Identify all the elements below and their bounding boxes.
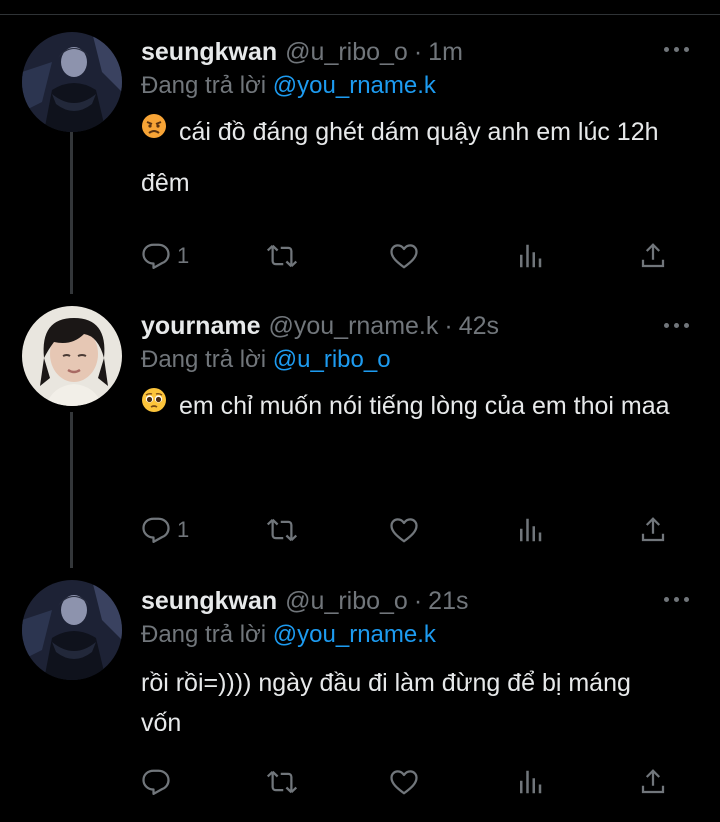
- views-icon: [520, 518, 542, 542]
- reply-icon: [142, 243, 170, 269]
- share-icon: [641, 769, 665, 794]
- display-name[interactable]: seungkwan: [141, 38, 277, 67]
- reply-icon: [142, 517, 170, 543]
- tweet-body: cái đồ đáng ghét dám quậy anh em lúc 12h…: [141, 118, 659, 198]
- reply-button[interactable]: 1: [141, 238, 189, 274]
- reply-context: Đang trả lời @you_rname.k: [141, 621, 701, 653]
- retweet-button[interactable]: [267, 512, 297, 548]
- reply-context: Đang trả lời @u_ribo_o: [141, 346, 701, 378]
- reply-button[interactable]: 1: [141, 512, 189, 548]
- retweet-icon: [267, 244, 297, 268]
- retweet-button[interactable]: [267, 238, 297, 274]
- views-button[interactable]: [515, 764, 545, 800]
- share-button[interactable]: [638, 238, 668, 274]
- timestamp[interactable]: 42s: [459, 312, 499, 341]
- reply-button[interactable]: [141, 764, 177, 800]
- like-icon: [390, 518, 418, 543]
- tweet-body: em chỉ muốn nói tiếng lòng của em thoi m…: [179, 392, 670, 420]
- mention-link[interactable]: @you_rname.k: [273, 621, 436, 648]
- share-button[interactable]: [638, 764, 668, 800]
- tweet-text: rồi rồi=)))) ngày đầu đi làm đừng để bị …: [141, 663, 661, 743]
- avatar[interactable]: [22, 580, 122, 680]
- retweet-icon: [267, 770, 297, 794]
- tweet-body: rồi rồi=)))) ngày đầu đi làm đừng để bị …: [141, 669, 631, 737]
- share-icon: [641, 243, 665, 268]
- separator-dot: ·: [413, 38, 423, 66]
- more-icon[interactable]: [664, 44, 690, 54]
- more-icon[interactable]: [664, 594, 690, 604]
- avatar[interactable]: [22, 306, 122, 406]
- views-icon: [520, 244, 542, 268]
- thread-line: [70, 132, 73, 294]
- user-handle[interactable]: @u_ribo_o: [285, 38, 408, 67]
- avatar[interactable]: [22, 32, 122, 132]
- views-icon: [520, 770, 542, 794]
- like-button[interactable]: [389, 764, 419, 800]
- timestamp[interactable]: 1m: [428, 38, 463, 67]
- like-icon: [390, 244, 418, 269]
- angry-face-icon: [141, 106, 167, 156]
- more-icon[interactable]: [664, 320, 690, 330]
- views-button[interactable]: [515, 512, 545, 548]
- reply-prefix: Đang trả lời: [141, 72, 267, 99]
- retweet-button[interactable]: [267, 764, 297, 800]
- retweet-icon: [267, 518, 297, 542]
- share-icon: [641, 517, 665, 542]
- tweet-text: cái đồ đáng ghét dám quậy anh em lúc 12h…: [141, 107, 701, 208]
- top-divider: [0, 14, 720, 15]
- like-icon: [390, 770, 418, 795]
- separator-dot: ·: [444, 312, 453, 340]
- mention-link[interactable]: @u_ribo_o: [273, 346, 391, 373]
- tweet-text: em chỉ muốn nói tiếng lòng của em thoi m…: [141, 381, 701, 432]
- reply-prefix: Đang trả lời: [141, 621, 267, 648]
- mention-link[interactable]: @you_rname.k: [273, 72, 436, 99]
- like-button[interactable]: [389, 238, 419, 274]
- reply-icon: [142, 769, 170, 795]
- like-button[interactable]: [389, 512, 419, 548]
- display-name[interactable]: seungkwan: [141, 587, 277, 616]
- pleading-face-icon: [141, 380, 167, 430]
- views-button[interactable]: [515, 238, 545, 274]
- reply-prefix: Đang trả lời: [141, 346, 267, 373]
- reply-count: 1: [177, 517, 190, 542]
- user-handle[interactable]: @u_ribo_o: [285, 587, 408, 616]
- thread-line: [70, 412, 73, 568]
- reply-context: Đang trả lời @you_rname.k: [141, 72, 701, 104]
- timestamp[interactable]: 21s: [428, 587, 468, 616]
- user-handle[interactable]: @you_rname.k: [268, 312, 438, 341]
- separator-dot: ·: [413, 587, 423, 615]
- display-name[interactable]: yourname: [141, 312, 260, 341]
- share-button[interactable]: [638, 512, 668, 548]
- reply-count: 1: [177, 243, 190, 268]
